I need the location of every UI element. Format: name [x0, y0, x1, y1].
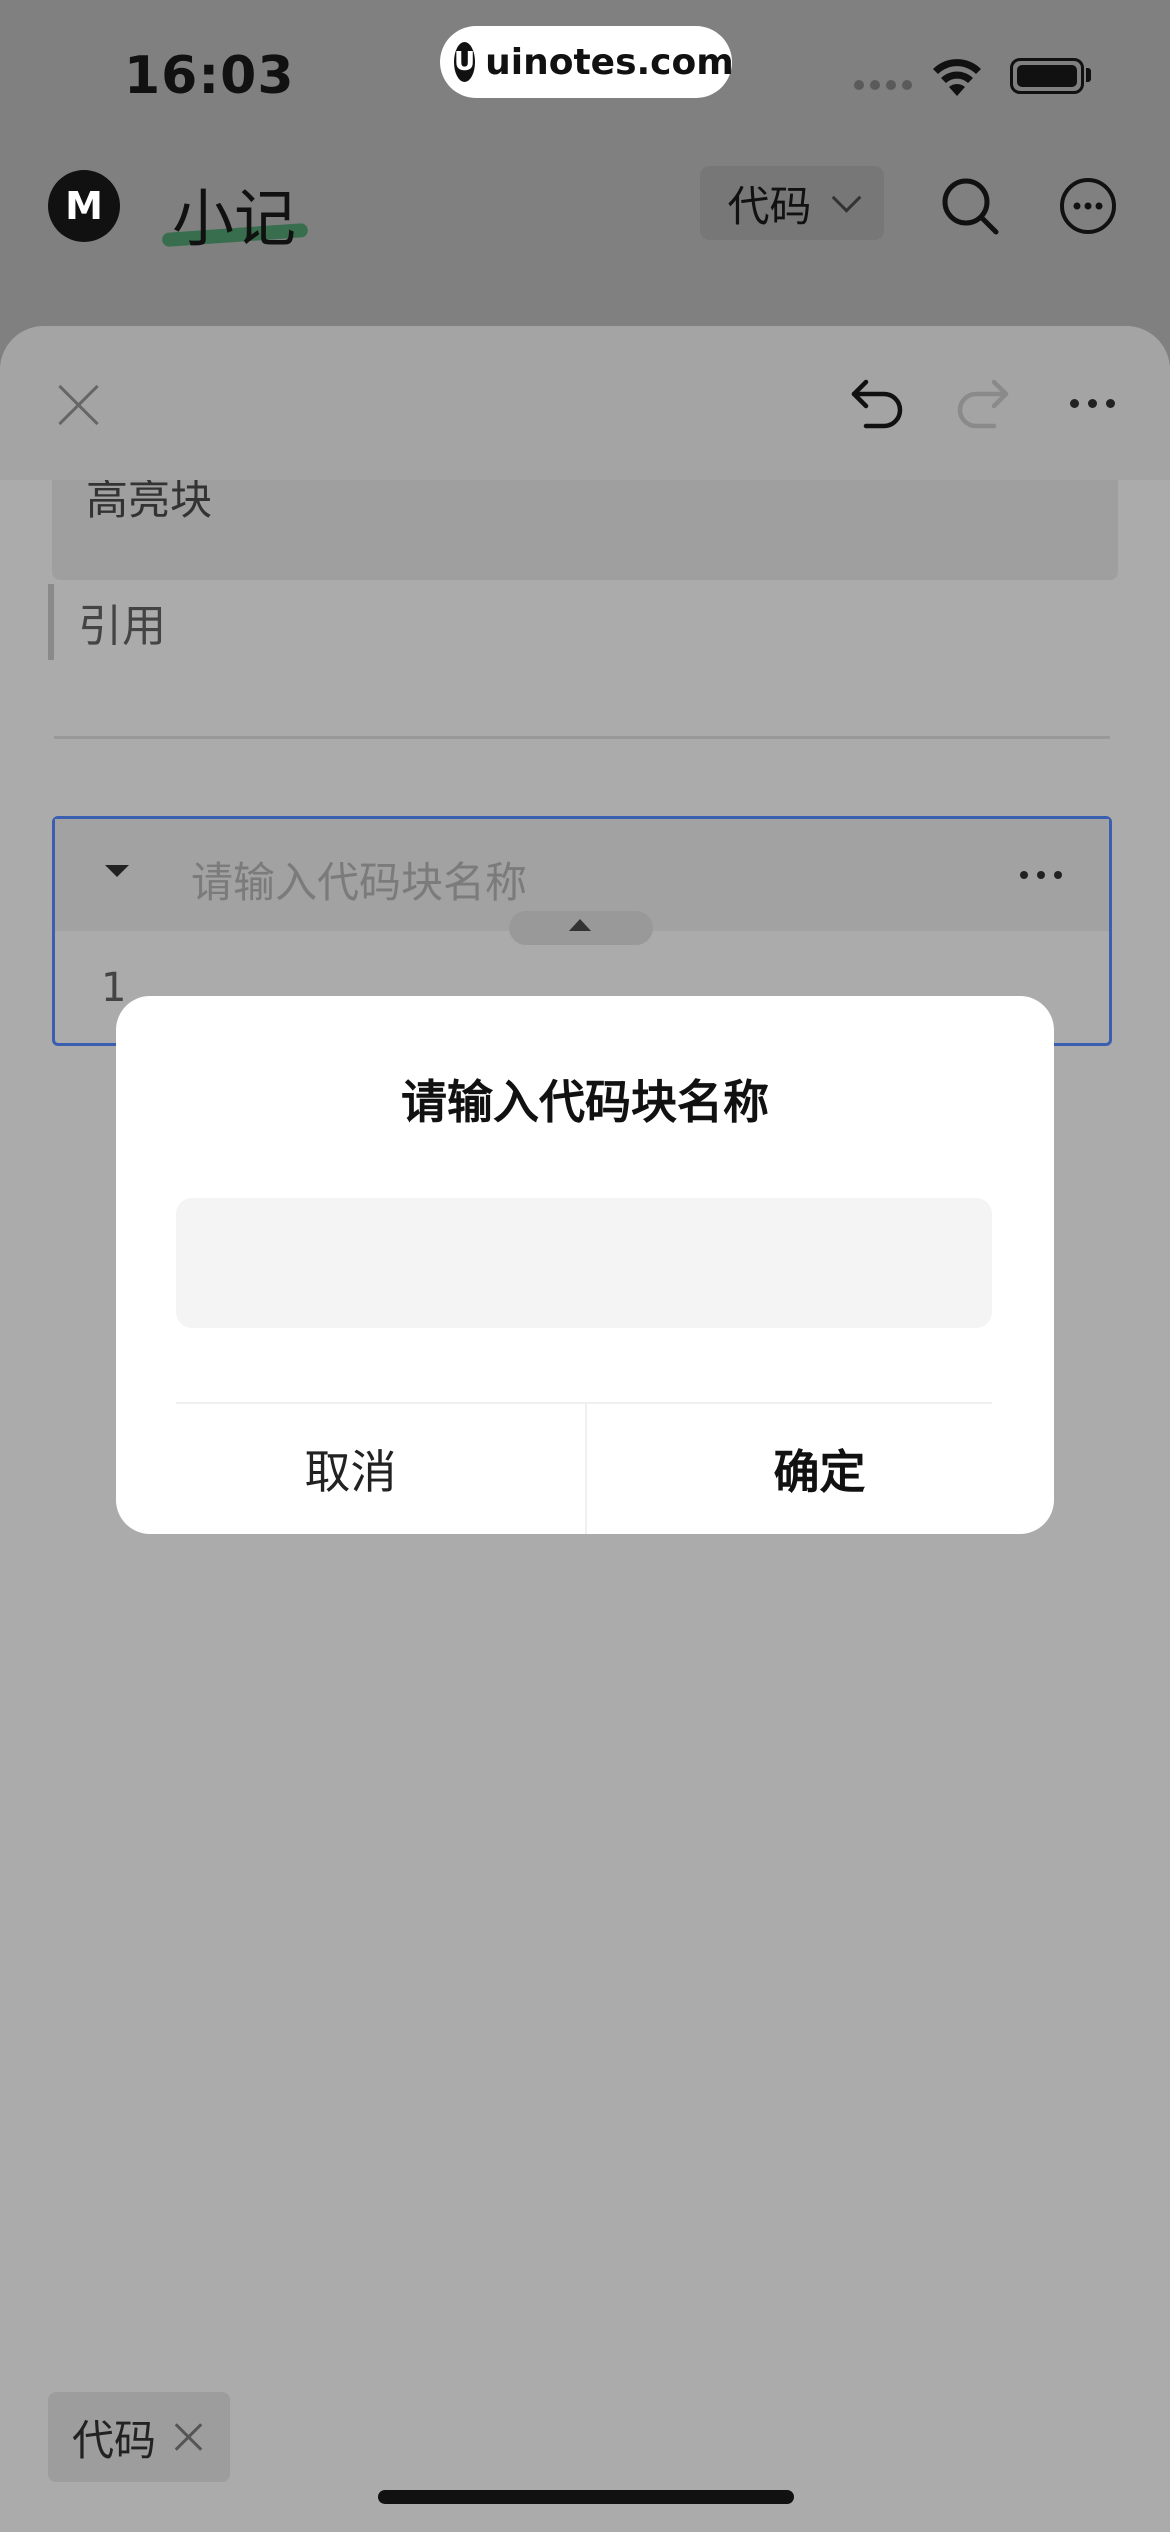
- more-circle-icon[interactable]: [1058, 176, 1118, 236]
- app-title: 小记: [172, 182, 297, 255]
- uinotes-logo-icon: U: [454, 42, 476, 82]
- sheet-toolbar: [0, 326, 1170, 480]
- collapse-triangle-icon[interactable]: [105, 865, 129, 877]
- caret-up-icon: [569, 919, 591, 931]
- confirm-button[interactable]: 确定: [585, 1404, 1054, 1534]
- url-badge: U uinotes.com: [440, 26, 734, 98]
- wifi-icon: [933, 59, 981, 96]
- code-block-name-dialog: 请输入代码块名称 取消 确定: [116, 996, 1054, 1534]
- quote-text[interactable]: 引用: [78, 590, 166, 654]
- code-collapse-handle[interactable]: [509, 911, 653, 945]
- search-icon[interactable]: [938, 174, 1002, 238]
- url-text: uinotes.com: [485, 41, 734, 83]
- redo-icon[interactable]: [954, 378, 1014, 430]
- code-block-name-input[interactable]: [176, 1198, 992, 1328]
- code-block-name-placeholder[interactable]: 请输入代码块名称: [191, 849, 527, 910]
- code-line-number: 1: [101, 965, 127, 1011]
- tag-chip[interactable]: 代码: [48, 2392, 230, 2482]
- signal-icon: [854, 80, 912, 90]
- tag-label: 代码: [72, 2415, 157, 2465]
- more-horizontal-icon[interactable]: [1070, 399, 1115, 408]
- dialog-title: 请输入代码块名称: [401, 1075, 769, 1129]
- undo-icon[interactable]: [846, 378, 906, 430]
- close-icon[interactable]: [56, 382, 102, 428]
- chevron-down-icon: [831, 182, 861, 213]
- app-logo[interactable]: M: [48, 170, 120, 242]
- status-time: 16:03: [124, 46, 295, 106]
- battery-icon: [1010, 58, 1084, 94]
- code-block-more-icon[interactable]: [1020, 871, 1062, 879]
- remove-tag-icon[interactable]: [174, 2423, 202, 2451]
- cancel-button[interactable]: 取消: [116, 1404, 585, 1534]
- category-dropdown[interactable]: 代码: [700, 166, 884, 240]
- quote-bar: [48, 584, 54, 660]
- horizontal-divider: [54, 736, 1110, 739]
- home-indicator: [378, 2490, 794, 2504]
- category-dropdown-label: 代码: [727, 181, 812, 231]
- battery-cap: [1086, 68, 1091, 82]
